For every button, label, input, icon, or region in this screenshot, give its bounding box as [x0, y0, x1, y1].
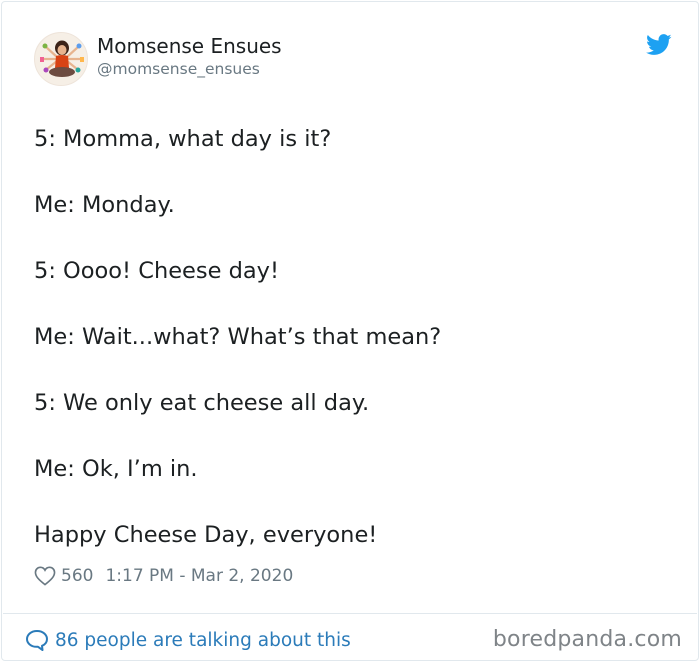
- tweet-card: Momsense Ensues @momsense_ensues 5: Momm…: [1, 1, 699, 661]
- meditating-mom-avatar-icon: [35, 33, 87, 85]
- author-handle[interactable]: @momsense_ensues: [97, 60, 260, 78]
- talking-about-text[interactable]: 86 people are talking about this: [55, 630, 351, 651]
- like-count[interactable]: 560: [61, 566, 93, 586]
- tweet-line: Me: Monday.: [34, 192, 175, 218]
- tweet-body: 5: Momma, what day is it? Me: Monday. 5:…: [34, 122, 674, 584]
- tweet-header: Momsense Ensues @momsense_ensues: [34, 32, 674, 90]
- tweet-line: 5: Momma, what day is it?: [34, 126, 332, 152]
- tweet-timestamp[interactable]: 1:17 PM - Mar 2, 2020: [105, 566, 293, 586]
- author-name[interactable]: Momsense Ensues: [97, 34, 282, 58]
- twitter-bird-icon[interactable]: [646, 34, 672, 56]
- tweet-line: Me: Ok, I’m in.: [34, 456, 198, 482]
- heart-icon[interactable]: [34, 566, 56, 586]
- divider: [3, 613, 697, 614]
- tweet-meta: 560 1:17 PM - Mar 2, 2020: [34, 563, 293, 589]
- speech-bubble-icon: [26, 630, 48, 651]
- avatar[interactable]: [34, 32, 88, 86]
- tweet-line: 5: We only eat cheese all day.: [34, 390, 370, 416]
- tweet-line: 5: Oooo! Cheese day!: [34, 258, 280, 284]
- tweet-line: Me: Wait...what? What’s that mean?: [34, 324, 442, 350]
- watermark: boredpanda.com: [492, 627, 682, 652]
- conversation-link[interactable]: 86 people are talking about this: [25, 626, 351, 654]
